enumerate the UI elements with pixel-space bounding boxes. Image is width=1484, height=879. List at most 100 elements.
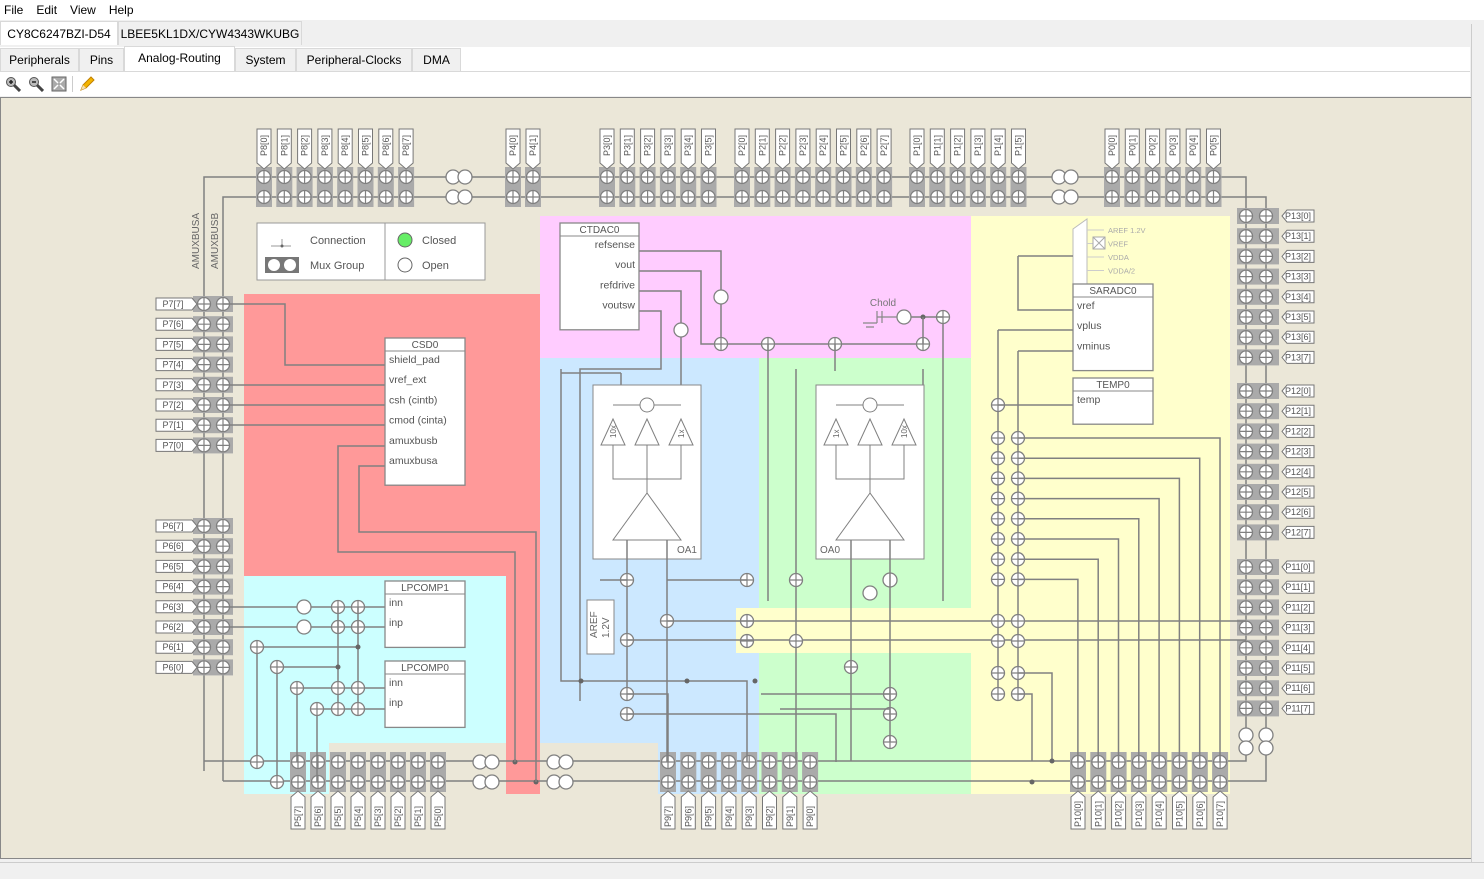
- switch-icon[interactable]: [734, 169, 750, 185]
- zoom-in-icon[interactable]: [5, 76, 21, 92]
- switch-icon[interactable]: [1238, 505, 1254, 520]
- switch-icon[interactable]: [1238, 701, 1254, 716]
- switch-icon[interactable]: [390, 754, 406, 770]
- temp-block[interactable]: TEMP0 temp: [1072, 377, 1154, 425]
- switch-icon[interactable]: [410, 774, 426, 790]
- switch-icon[interactable]: [378, 169, 393, 185]
- switch-icon[interactable]: [1258, 404, 1274, 419]
- switch-icon[interactable]: [1238, 229, 1254, 244]
- switch-icon[interactable]: [990, 572, 1006, 587]
- switch-icon[interactable]: [430, 754, 446, 770]
- oa0-switch-icon[interactable]: [862, 585, 878, 601]
- switch-icon[interactable]: [196, 518, 212, 534]
- switch-icon[interactable]: [398, 169, 414, 185]
- switch-icon[interactable]: [1238, 660, 1254, 676]
- switch-icon[interactable]: [215, 559, 231, 574]
- switch-icon[interactable]: [269, 659, 285, 675]
- switch-icon[interactable]: [762, 754, 777, 770]
- pencil-icon[interactable]: [79, 76, 95, 92]
- switch-icon[interactable]: [1238, 580, 1254, 595]
- switch-icon[interactable]: [681, 774, 696, 790]
- switch-icon[interactable]: [350, 701, 366, 717]
- switch-icon[interactable]: [950, 189, 965, 205]
- switch-icon[interactable]: [1258, 600, 1274, 615]
- switch-icon[interactable]: [289, 680, 305, 696]
- switch-icon[interactable]: [196, 296, 212, 312]
- switch-icon[interactable]: [215, 317, 231, 332]
- switch-icon[interactable]: [739, 633, 755, 649]
- lpcomp1-block[interactable]: LPCOMP1 inn inp: [384, 580, 466, 649]
- switch-icon[interactable]: [734, 189, 750, 205]
- switch-icon[interactable]: [1186, 169, 1201, 185]
- switch-icon[interactable]: [196, 377, 212, 392]
- menu-edit[interactable]: Edit: [31, 0, 65, 20]
- oa0-block[interactable]: 1x 10x OA0: [815, 384, 925, 560]
- switch-icon[interactable]: [782, 774, 797, 790]
- switch-icon[interactable]: [1258, 289, 1274, 304]
- switch-icon[interactable]: [990, 531, 1006, 547]
- switch-icon[interactable]: [1192, 774, 1207, 790]
- switch-icon[interactable]: [196, 579, 212, 594]
- switch-icon[interactable]: [816, 169, 831, 185]
- switch-icon[interactable]: [350, 774, 366, 790]
- switch-icon[interactable]: [330, 774, 346, 790]
- switch-icon[interactable]: [1258, 424, 1274, 439]
- switch-icon[interactable]: [1258, 330, 1274, 345]
- switch-icon[interactable]: [215, 539, 231, 554]
- switch-icon[interactable]: [1010, 613, 1026, 629]
- mux-pair-icon[interactable]: [1063, 169, 1079, 185]
- switch-icon[interactable]: [876, 189, 892, 205]
- switch-icon[interactable]: [1172, 774, 1187, 790]
- switch-icon[interactable]: [249, 639, 265, 655]
- switch-icon[interactable]: [317, 169, 333, 185]
- mux-pair-icon[interactable]: [484, 754, 500, 770]
- switch-icon[interactable]: [1258, 383, 1274, 399]
- switch-icon[interactable]: [1238, 208, 1254, 224]
- switch-icon[interactable]: [909, 169, 925, 185]
- switch-icon[interactable]: [991, 169, 1006, 185]
- switch-icon[interactable]: [856, 189, 871, 205]
- switch-icon[interactable]: [1238, 404, 1254, 419]
- menu-help[interactable]: Help: [104, 0, 142, 20]
- switch-icon[interactable]: [876, 169, 892, 185]
- switch-icon[interactable]: [196, 317, 212, 332]
- switch-icon[interactable]: [505, 189, 521, 205]
- switch-icon[interactable]: [1258, 660, 1274, 676]
- switch-icon[interactable]: [1238, 620, 1254, 635]
- switch-icon[interactable]: [1238, 525, 1254, 540]
- switch-icon[interactable]: [317, 189, 333, 205]
- switch-icon[interactable]: [277, 169, 292, 185]
- switch-icon[interactable]: [1152, 774, 1167, 790]
- switch-icon[interactable]: [1238, 350, 1254, 365]
- bus-switch-icon[interactable]: [1238, 740, 1254, 756]
- switch-icon[interactable]: [1111, 774, 1126, 790]
- routing-diagram[interactable]: AMUXBUSA AMUXBUSB P8[0] P8[1] P8[2] P8[3] P8[4…: [1, 98, 1471, 858]
- lpcomp-switch-icon[interactable]: [296, 599, 312, 615]
- mux-pair-icon[interactable]: [558, 754, 574, 770]
- tab-dma[interactable]: DMA: [412, 48, 461, 71]
- switch-icon[interactable]: [970, 169, 986, 185]
- switch-icon[interactable]: [1186, 189, 1201, 205]
- switch-icon[interactable]: [990, 491, 1006, 506]
- switch-icon[interactable]: [775, 189, 790, 205]
- switch-icon[interactable]: [196, 559, 212, 574]
- switch-icon[interactable]: [196, 539, 212, 554]
- switch-icon[interactable]: [713, 336, 729, 352]
- switch-icon[interactable]: [215, 438, 231, 453]
- switch-icon[interactable]: [1145, 169, 1160, 185]
- switch-icon[interactable]: [398, 189, 414, 205]
- tab-system[interactable]: System: [235, 48, 296, 71]
- switch-icon[interactable]: [1258, 701, 1274, 716]
- switch-icon[interactable]: [1258, 505, 1274, 520]
- switch-icon[interactable]: [802, 774, 818, 790]
- switch-icon[interactable]: [1258, 580, 1274, 595]
- switch-icon[interactable]: [525, 189, 541, 205]
- mux-pair-icon[interactable]: [457, 189, 473, 205]
- switch-icon[interactable]: [309, 701, 325, 717]
- switch-icon[interactable]: [1238, 289, 1254, 304]
- switch-icon[interactable]: [358, 169, 373, 185]
- switch-icon[interactable]: [1258, 249, 1274, 264]
- ctdac-switch-icon[interactable]: [713, 289, 729, 305]
- switch-icon[interactable]: [215, 640, 231, 655]
- switch-icon[interactable]: [1125, 189, 1140, 205]
